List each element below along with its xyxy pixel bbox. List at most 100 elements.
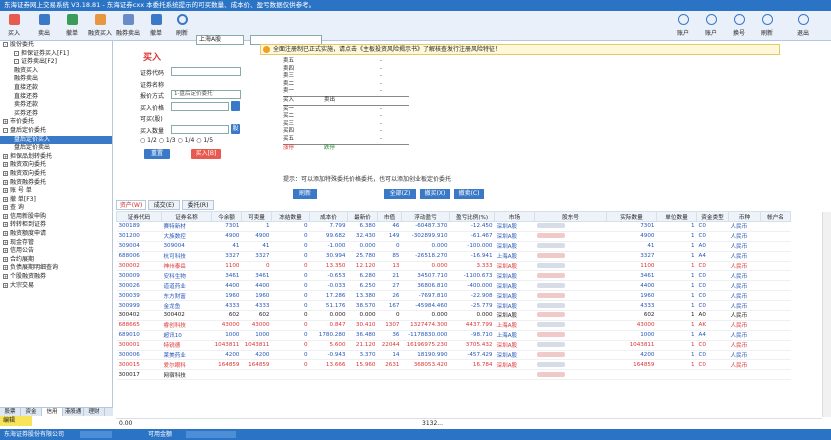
column-header[interactable]: 股东号	[534, 211, 607, 222]
expand-icon[interactable]: +	[3, 222, 8, 228]
price-unit-button[interactable]	[231, 101, 240, 111]
tab-trades[interactable]: 成交(E)	[148, 200, 180, 210]
column-header[interactable]: 可卖量	[241, 211, 272, 222]
toolbar-cancel2-button[interactable]: 撤单	[144, 14, 168, 37]
toolbar-account2-button[interactable]: 账户	[698, 14, 724, 37]
expand-icon[interactable]: +	[3, 274, 8, 280]
toolbar-buy-button[interactable]: 买入	[2, 14, 26, 37]
toolbar-refresh-button[interactable]: 刷新	[170, 14, 194, 37]
method-select[interactable]: 1-盘后定价委托	[171, 90, 241, 99]
expand-icon[interactable]: +	[3, 196, 8, 202]
qty-input[interactable]	[171, 125, 229, 134]
column-header[interactable]: 浮动盈亏	[401, 211, 450, 222]
sidebar-item[interactable]: + 撤 单[F3]	[0, 196, 112, 205]
cancel-buy-button[interactable]: 撤买(X)	[420, 189, 450, 199]
sidebar-item[interactable]: 盘后定价卖出	[0, 144, 112, 153]
tab-orders[interactable]: 委托(R)	[182, 200, 214, 210]
table-row[interactable]: 300015 爱尔眼科 164859 164859 0 13.666 15.960 2631 3…	[116, 359, 791, 371]
expand-icon[interactable]: +	[3, 179, 8, 185]
sidebar-item[interactable]: 融券卖出	[0, 75, 112, 84]
grid-vertical-scrollbar[interactable]	[822, 212, 831, 417]
column-header[interactable]: 市值	[377, 211, 402, 222]
sidebar-item[interactable]: - 证券卖出[F2]	[0, 58, 112, 67]
column-header[interactable]: 资金类型	[696, 211, 729, 222]
sidebar-item[interactable]: + 账 号 单	[0, 187, 112, 196]
expand-icon[interactable]: +	[3, 282, 8, 288]
price-input[interactable]	[171, 102, 229, 111]
cancel-all-button[interactable]: 全部(Z)	[384, 189, 416, 199]
expand-icon[interactable]: +	[3, 153, 8, 159]
column-header[interactable]: 证券名称	[161, 211, 212, 222]
table-row[interactable]: 300009 安科生物 3461 3461 0 -0.653 6.280 21 34507.71…	[116, 270, 791, 282]
column-header[interactable]: 冻结数量	[271, 211, 310, 222]
table-row[interactable]: 300006 莱美药业 4200 4200 0 -0.943 3.370 14 18190.99…	[116, 350, 791, 361]
sidebar-item[interactable]: 盘后定价买入	[0, 135, 112, 145]
column-header[interactable]: 成本价	[309, 211, 348, 222]
collapse-icon[interactable]: -	[14, 59, 19, 65]
table-row[interactable]: 689010 超讯10 1000 1000 0 1780.280 36.480 36 -1178…	[116, 330, 791, 341]
expand-icon[interactable]: +	[3, 231, 8, 237]
collapse-icon[interactable]: -	[3, 127, 8, 133]
sidebar-item[interactable]: - 担保证券买入[F1]	[0, 50, 112, 59]
ratio-radio[interactable]: ○ 1/2	[140, 137, 157, 144]
risk-notice-bar[interactable]: 全面注册制已正式实施，请点击《主板投资风险揭示书》了解核查发行注册风险特征！	[260, 44, 780, 55]
sidebar-tab-wealth[interactable]: 理财	[84, 408, 105, 416]
expand-icon[interactable]: +	[3, 119, 8, 125]
column-header[interactable]: 盈亏比例(%)	[449, 211, 495, 222]
sidebar-item[interactable]: + 个股融资融券	[0, 273, 112, 282]
table-row[interactable]: 300039 东方财富 1960 1960 0 17.286 13.380 26 -7697.8…	[116, 290, 791, 302]
sidebar-item[interactable]: + 信用公告	[0, 247, 112, 256]
collapse-icon[interactable]: -	[14, 50, 19, 56]
table-row[interactable]: 300026 道道药业 4400 4400 0 -0.033 6.250 27 36806.81…	[116, 280, 791, 292]
expand-icon[interactable]: +	[3, 256, 8, 262]
toolbar-exit-button[interactable]: 退出	[790, 14, 816, 37]
ratio-radio[interactable]: ○ 1/4	[177, 137, 194, 144]
table-row[interactable]: 300402 300402 602 602 0 0.000 0.000 0 0.000 0.000…	[116, 310, 791, 321]
market-select[interactable]: 上海A股	[196, 35, 244, 45]
edit-button[interactable]: 编辑	[0, 416, 32, 426]
toolbar-switch-button[interactable]: 换号	[726, 14, 752, 37]
table-row[interactable]: 300017 网宿科技	[116, 369, 791, 381]
table-row[interactable]: 301200 大族数控 4900 4900 0 99.682 32.430 149 -30289…	[116, 231, 791, 242]
toolbar-login-button[interactable]: 刷新	[754, 14, 780, 37]
expand-icon[interactable]: +	[3, 239, 8, 245]
tab-positions[interactable]: 资产(W)	[116, 200, 146, 210]
table-row[interactable]: 300002 神州泰岳 1100 0 0 13.350 12.120 13 0.000 3.333…	[116, 261, 791, 272]
grid-refresh-button[interactable]: 刷新	[293, 189, 317, 199]
sidebar-item[interactable]: + 查 询	[0, 204, 112, 213]
buy-submit-button[interactable]: 买入[B]	[191, 149, 221, 159]
sidebar-tab-hk[interactable]: 港股通	[63, 408, 84, 416]
sidebar-tab-credit[interactable]: 信用	[42, 408, 63, 416]
sidebar-item[interactable]: 卖券还款	[0, 101, 112, 110]
table-row[interactable]: 688665 睿创科技 43000 43000 0 0.847 30.410 1307 1327…	[116, 320, 791, 331]
sidebar-item[interactable]: + 融资双向委托	[0, 170, 112, 179]
sidebar-item[interactable]: + 融资融券委托	[0, 179, 112, 188]
column-header[interactable]: 证券代码	[116, 211, 162, 222]
column-header[interactable]: 实际数量	[606, 211, 657, 222]
toolbar-account-button[interactable]: 账户	[670, 14, 696, 37]
cancel-sell-button[interactable]: 撤卖(C)	[454, 189, 484, 199]
table-row[interactable]: 309004 309004 41 41 0 -1.000 0.000 0 0.000 -100.0…	[116, 241, 791, 252]
qty-unit-button[interactable]: 股	[231, 124, 240, 134]
collapse-icon[interactable]: -	[3, 42, 8, 47]
sidebar-item[interactable]: 直接还券	[0, 93, 112, 102]
column-header[interactable]: 帐户名	[760, 211, 791, 222]
sidebar-item[interactable]: + 融资双向委托	[0, 161, 112, 170]
sidebar-item[interactable]: + 负债展期明细查询	[0, 264, 112, 273]
expand-icon[interactable]: +	[3, 248, 8, 254]
toolbar-cancel-button[interactable]: 撤单	[60, 14, 84, 37]
table-row[interactable]: 300189 赛特新材 7301 1 0 7.799 6.380 46 -60487.370 -1…	[116, 221, 791, 232]
column-header[interactable]: 今余额	[211, 211, 242, 222]
toolbar-sell-button[interactable]: 卖出	[32, 14, 56, 37]
sidebar-item[interactable]: - 股份委托	[0, 41, 112, 50]
expand-icon[interactable]: +	[3, 170, 8, 176]
sidebar-item[interactable]: + 融资额度申请	[0, 230, 112, 239]
code-input[interactable]	[171, 67, 241, 76]
toolbar-margin-buy-button[interactable]: 融资买入	[88, 14, 112, 37]
sidebar-item[interactable]: + 转转柜到证券	[0, 221, 112, 230]
expand-icon[interactable]: +	[3, 265, 8, 271]
sidebar-tab-funds[interactable]: 资金	[21, 408, 42, 416]
ratio-radio[interactable]: ○ 1/3	[159, 137, 176, 144]
sidebar-item[interactable]: + 现金存管	[0, 239, 112, 248]
sidebar-item[interactable]: + 市价委托	[0, 118, 112, 127]
